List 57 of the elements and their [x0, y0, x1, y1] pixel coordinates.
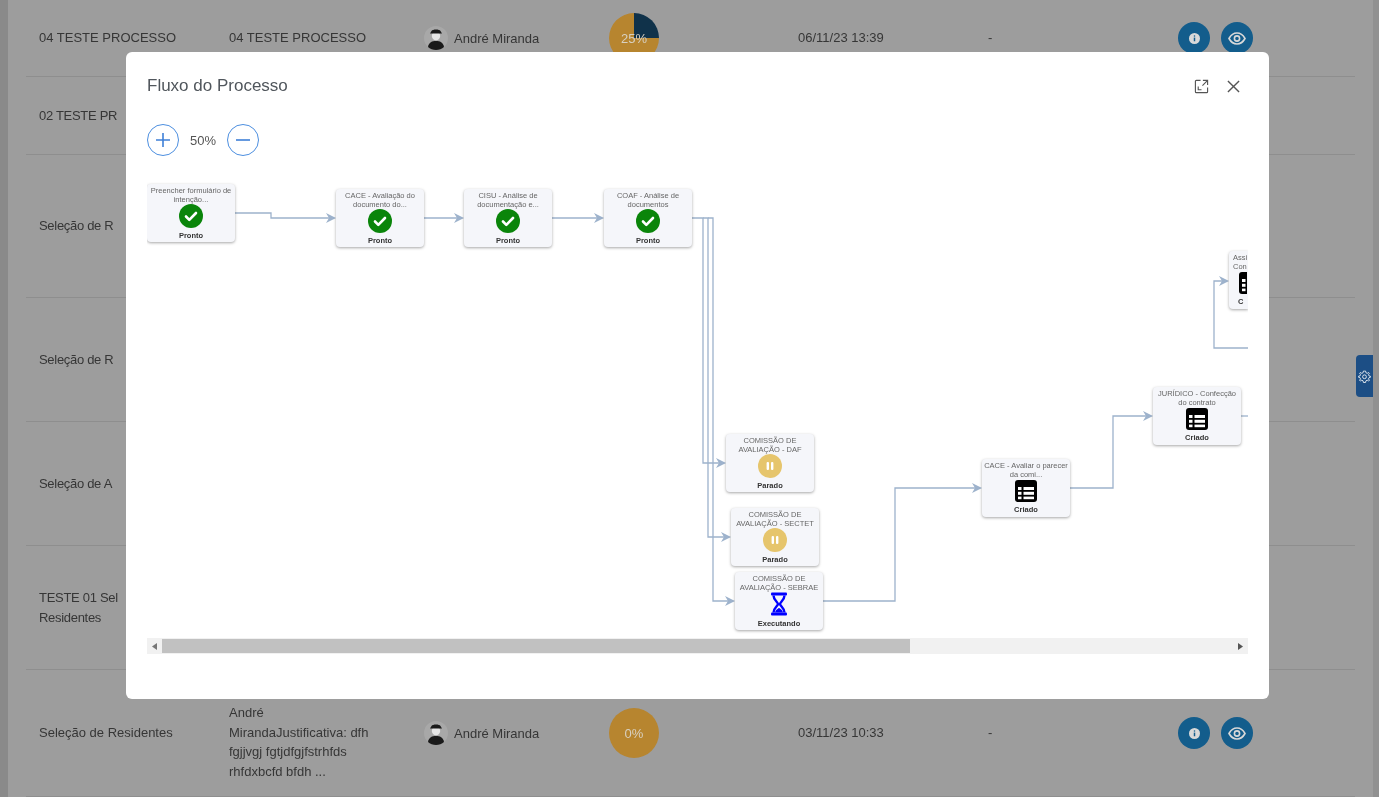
avatar-icon [424, 26, 448, 50]
connector-arrow [551, 213, 604, 223]
pause-icon [758, 454, 782, 478]
table-icon [1239, 272, 1247, 294]
view-button[interactable] [1221, 717, 1253, 749]
user-name: André Miranda [454, 725, 540, 741]
scroll-right-icon[interactable] [1238, 642, 1243, 650]
check-icon [496, 209, 520, 233]
progress-label: 25% [621, 30, 647, 46]
scrollbar-thumb[interactable] [162, 639, 910, 653]
progress-label: 0% [624, 725, 644, 741]
check-icon [368, 209, 392, 233]
minus-icon [236, 139, 251, 141]
table-cell-text: André MirandaJustificativa: dfh fgjjvgj fgtjdfgjfstrhfds rhfdxbcfd bfdh ... [229, 704, 370, 781]
table-cell-text: Seleção de Residentes [39, 724, 174, 743]
connector-arrow [423, 213, 464, 223]
modal-title: Fluxo do Processo [147, 76, 288, 96]
table-cell-text: 02 TESTE PR [39, 106, 118, 125]
pie-slice [609, 708, 659, 758]
table-cell-text: Seleção de R [39, 217, 115, 236]
expand-button[interactable] [1194, 78, 1209, 94]
hourglass-icon [770, 592, 788, 616]
gear-icon [1358, 369, 1371, 383]
avatar-icon [424, 721, 448, 745]
table-cell-text: 03/11/23 10:33 [798, 724, 885, 743]
table-icon [1014, 480, 1038, 502]
table-cell-text: - [988, 724, 994, 743]
table-cell-text: 04 TESTE PROCESSO [229, 29, 368, 48]
info-icon [1188, 32, 1200, 44]
scroll-left-icon[interactable] [152, 642, 157, 650]
eye-icon [1228, 726, 1246, 740]
check-icon [179, 204, 203, 228]
zoom-level: 50% [190, 132, 217, 148]
user-name: André Miranda [454, 30, 540, 46]
zoom-in-button[interactable] [147, 124, 179, 156]
table-cell-text: Seleção de A [39, 474, 114, 493]
table-cell-text: TESTE 01 Sel Residentes [39, 589, 118, 627]
table-icon [1185, 408, 1209, 430]
eye-icon [1228, 31, 1246, 45]
connector-line [1240, 415, 1248, 417]
close-icon [1227, 79, 1240, 93]
view-button[interactable] [1221, 22, 1253, 54]
info-button[interactable] [1178, 22, 1210, 54]
zoom-out-button[interactable] [227, 124, 260, 156]
expand-icon [1194, 78, 1209, 94]
close-button[interactable] [1227, 79, 1240, 93]
info-icon [1188, 727, 1200, 739]
settings-tab[interactable] [1356, 355, 1373, 397]
table-cell-text: - [988, 29, 994, 48]
info-button[interactable] [1178, 717, 1210, 749]
horizontal-scrollbar[interactable] [147, 638, 1248, 654]
pause-icon [763, 528, 787, 552]
check-icon [636, 209, 660, 233]
table-cell-text: 06/11/23 13:39 [798, 29, 885, 48]
table-cell-text: 04 TESTE PROCESSO [39, 29, 178, 48]
plus-icon [156, 133, 170, 147]
table-cell-text: Seleção de R [39, 350, 115, 369]
